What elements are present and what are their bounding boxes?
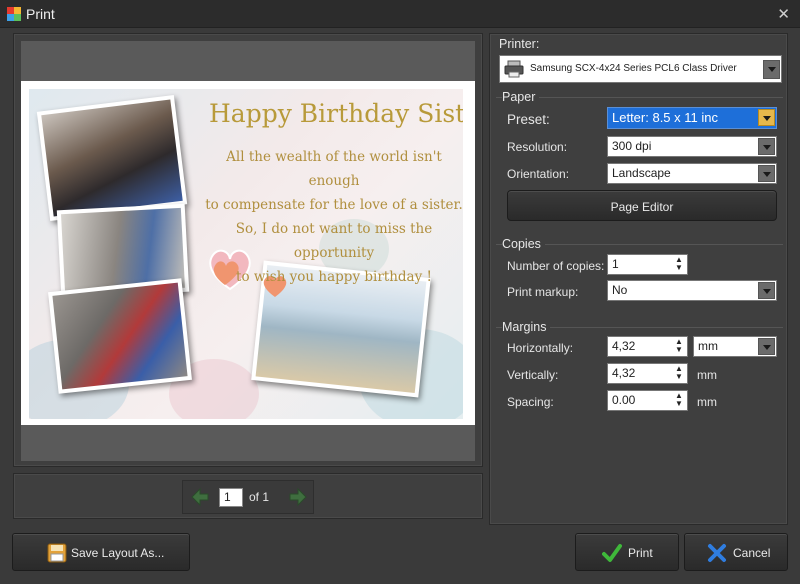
margins-section-label: Margins	[502, 320, 551, 334]
horizontal-margin-label: Horizontally:	[507, 341, 574, 355]
settings-panel: Printer: Samsung SCX-4x24 Series PCL6 Cl…	[489, 33, 788, 525]
print-markup-select[interactable]: No	[607, 280, 777, 301]
checkmark-icon	[602, 544, 622, 562]
window-title: Print	[26, 6, 55, 22]
chevron-down-icon[interactable]	[763, 60, 780, 79]
card-message-line: So, I do not want to miss the opportunit…	[235, 221, 433, 261]
spacing-unit-label: mm	[697, 395, 717, 409]
card-message-line: All the wealth of the world isn't enough	[226, 149, 442, 189]
print-markup-value: No	[612, 283, 628, 297]
photo-lying-down	[48, 278, 192, 394]
title-bar: Print ✕	[0, 0, 800, 28]
resolution-select[interactable]: 300 dpi	[607, 136, 777, 157]
birthday-card: Happy Birthday Sister ! All the wealth o…	[29, 89, 463, 419]
chevron-down-icon[interactable]	[758, 282, 775, 299]
horizontal-margin-value: 4,32	[612, 339, 636, 353]
card-message-line: to compensate for the love of a sister.	[205, 197, 463, 213]
card-message-line: to wish you happy birthday !	[236, 269, 432, 285]
printer-label: Printer:	[499, 37, 540, 51]
print-button[interactable]: Print	[575, 533, 679, 571]
close-icon[interactable]: ✕	[777, 5, 790, 23]
cancel-button[interactable]: Cancel	[684, 533, 788, 571]
arrow-left-icon[interactable]	[189, 486, 211, 508]
preset-select[interactable]: Letter: 8.5 x 11 inc	[607, 107, 777, 129]
page-count-label: of 1	[249, 490, 270, 504]
vertical-margin-input[interactable]: 4,32 ▲ ▼	[607, 363, 688, 384]
page-navigator: 1 of 1	[182, 480, 314, 514]
pager-panel: 1 of 1	[13, 473, 483, 519]
spin-arrows-icon[interactable]: ▲ ▼	[674, 256, 684, 273]
margin-unit-value: mm	[698, 339, 718, 353]
preview-page: Happy Birthday Sister ! All the wealth o…	[21, 81, 475, 425]
copies-count-label: Number of copies:	[507, 259, 605, 273]
spacing-value: 0.00	[612, 393, 636, 407]
preset-value: Letter: 8.5 x 11 inc	[612, 110, 718, 125]
copies-section-label: Copies	[502, 237, 545, 251]
cancel-label: Cancel	[733, 546, 771, 560]
vertical-unit-label: mm	[697, 368, 717, 382]
preset-label: Preset:	[507, 112, 550, 127]
card-title: Happy Birthday Sister !	[209, 99, 463, 128]
cancel-x-icon	[708, 544, 726, 562]
spin-arrows-icon[interactable]: ▲ ▼	[674, 365, 684, 382]
preview-panel: Happy Birthday Sister ! All the wealth o…	[13, 33, 483, 467]
app-logo-icon	[7, 7, 21, 21]
orientation-select[interactable]: Landscape	[607, 163, 777, 184]
copies-count-value: 1	[612, 257, 619, 271]
print-preview-area: Happy Birthday Sister ! All the wealth o…	[21, 41, 475, 461]
printer-icon	[504, 60, 524, 78]
chevron-down-icon[interactable]	[758, 138, 775, 155]
spin-arrows-icon[interactable]: ▲ ▼	[674, 338, 684, 355]
chevron-down-icon[interactable]	[758, 109, 775, 126]
printer-name: Samsung SCX-4x24 Series PCL6 Class Drive…	[530, 63, 737, 74]
save-layout-button[interactable]: Save Layout As...	[12, 533, 190, 571]
vertical-margin-value: 4,32	[612, 366, 636, 380]
arrow-right-icon[interactable]	[287, 486, 309, 508]
print-markup-label: Print markup:	[507, 285, 579, 299]
chevron-down-icon[interactable]	[758, 165, 775, 182]
card-message: All the wealth of the world isn't enough…	[199, 145, 463, 289]
spacing-input[interactable]: 0.00 ▲ ▼	[607, 390, 688, 411]
photo-selfie	[36, 95, 188, 221]
page-editor-button[interactable]: Page Editor	[507, 190, 777, 221]
margin-unit-select[interactable]: mm	[693, 336, 777, 357]
save-layout-label: Save Layout As...	[71, 546, 165, 560]
copies-count-input[interactable]: 1 ▲ ▼	[607, 254, 688, 275]
orientation-label: Orientation:	[507, 167, 570, 181]
orientation-value: Landscape	[612, 166, 671, 180]
save-disk-icon	[47, 543, 67, 563]
print-label: Print	[628, 546, 653, 560]
resolution-value: 300 dpi	[612, 139, 652, 153]
printer-select[interactable]: Samsung SCX-4x24 Series PCL6 Class Drive…	[499, 55, 782, 83]
page-editor-label: Page Editor	[610, 200, 674, 214]
vertical-margin-label: Vertically:	[507, 368, 559, 382]
chevron-down-icon[interactable]	[758, 338, 775, 355]
spin-arrows-icon[interactable]: ▲ ▼	[674, 392, 684, 409]
paper-section-label: Paper	[502, 90, 540, 104]
spacing-label: Spacing:	[507, 395, 554, 409]
page-number-input[interactable]: 1	[219, 488, 243, 507]
resolution-label: Resolution:	[507, 140, 568, 154]
horizontal-margin-input[interactable]: 4,32 ▲ ▼	[607, 336, 688, 357]
